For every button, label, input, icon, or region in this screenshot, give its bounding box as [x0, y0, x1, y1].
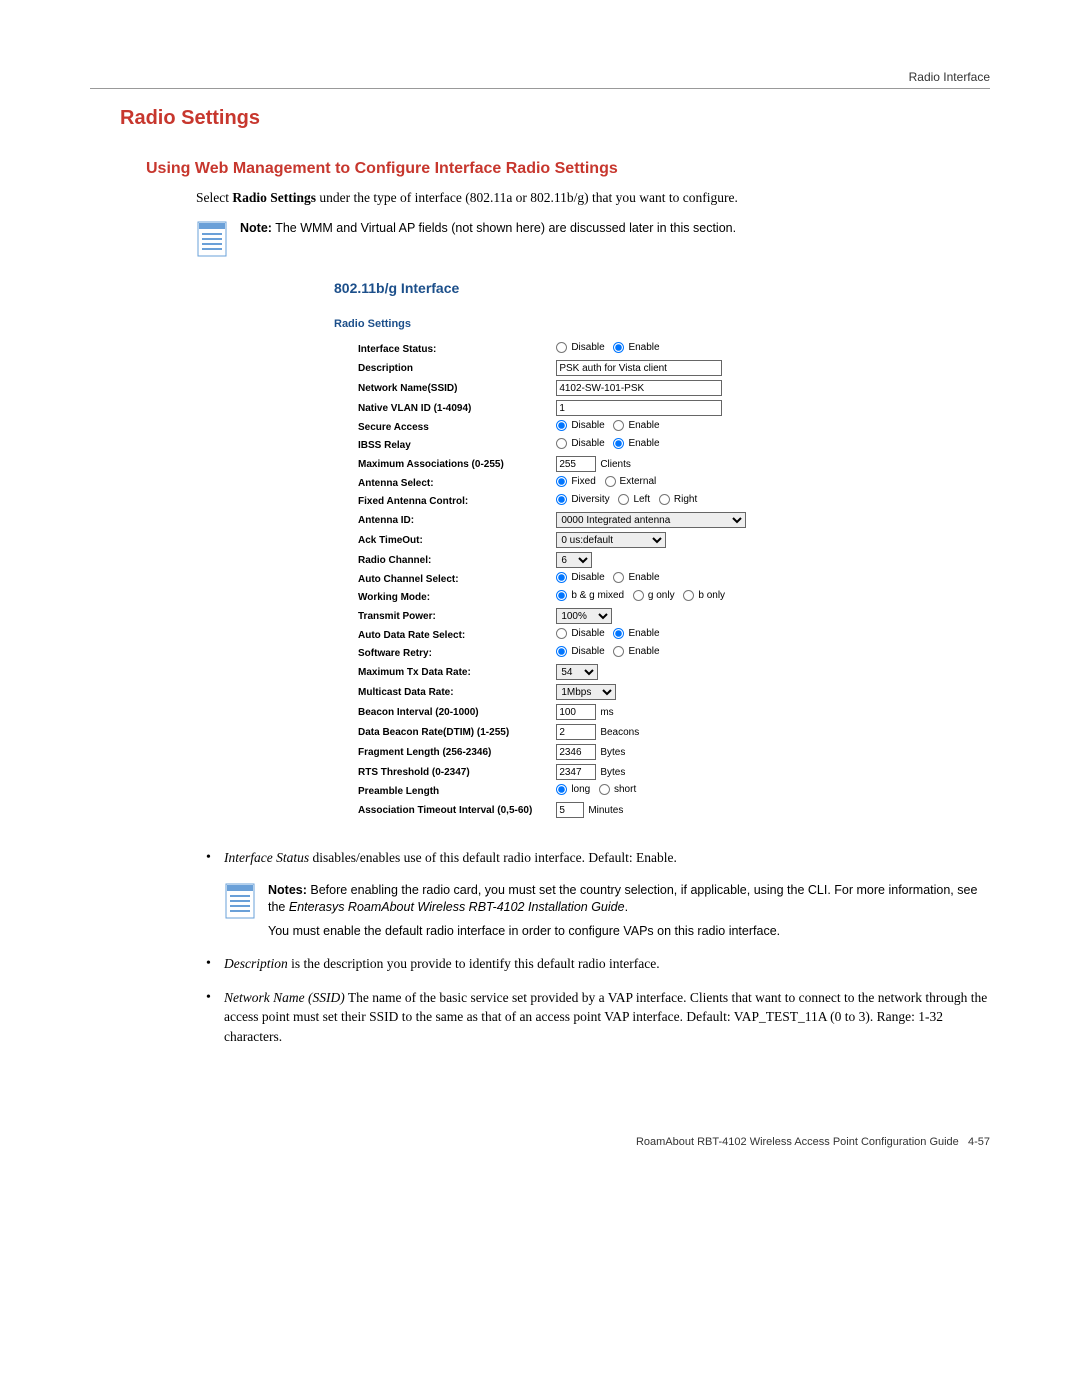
radio-preamble-long[interactable]: long — [556, 784, 590, 795]
radio-autoch-enable[interactable]: Enable — [613, 572, 659, 583]
radio-fixant-right[interactable]: Right — [659, 494, 697, 505]
label-interface-status: Interface Status: — [334, 340, 552, 358]
label-fixant: Fixed Antenna Control: — [334, 492, 552, 510]
settings-table: Interface Status: Disable Enable Descrip… — [334, 340, 750, 820]
label-wmode: Working Mode: — [334, 588, 552, 606]
label-txpower: Transmit Power: — [334, 606, 552, 626]
header-right: Radio Interface — [90, 70, 990, 84]
label-vlan: Native VLAN ID (1-4094) — [334, 398, 552, 418]
input-assoc-timeout[interactable] — [556, 802, 584, 818]
radio-fixant-left[interactable]: Left — [618, 494, 650, 505]
note-icon — [196, 220, 230, 258]
select-antid[interactable]: 0000 Integrated antenna — [556, 512, 746, 528]
note-block: Note: The WMM and Virtual AP fields (not… — [196, 220, 990, 258]
label-autorate: Auto Data Rate Select: — [334, 626, 552, 644]
notes-block: Notes: Before enabling the radio card, y… — [224, 882, 990, 941]
label-mcast: Multicast Data Rate: — [334, 682, 552, 702]
bullets-2: Description is the description you provi… — [196, 954, 990, 1046]
page-title: Radio Settings — [120, 107, 990, 130]
label-swretry: Software Retry: — [334, 644, 552, 662]
label-ibss: IBSS Relay — [334, 436, 552, 454]
label-frag: Fragment Length (256-2346) — [334, 742, 552, 762]
select-mcast[interactable]: 1Mbps — [556, 684, 616, 700]
bullets: Interface Status disables/enables use of… — [196, 848, 990, 868]
input-ssid[interactable] — [556, 380, 722, 396]
input-dtim[interactable] — [556, 724, 596, 740]
bullet-interface-status: Interface Status disables/enables use of… — [196, 848, 990, 868]
input-vlan[interactable] — [556, 400, 722, 416]
intro-paragraph: Select Radio Settings under the type of … — [196, 190, 990, 206]
label-antsel: Antenna Select: — [334, 474, 552, 492]
radio-autoch-disable[interactable]: Disable — [556, 572, 604, 583]
label-antid: Antenna ID: — [334, 510, 552, 530]
input-frag[interactable] — [556, 744, 596, 760]
select-channel[interactable]: 6 — [556, 552, 592, 568]
radio-wmode-b[interactable]: b only — [683, 590, 725, 601]
radio-iface-disable[interactable]: Disable — [556, 342, 604, 353]
bullet-description: Description is the description you provi… — [196, 954, 990, 974]
label-maxassoc: Maximum Associations (0-255) — [334, 454, 552, 474]
footer: RoamAbout RBT-4102 Wireless Access Point… — [90, 1136, 990, 1148]
input-rts[interactable] — [556, 764, 596, 780]
label-description: Description — [334, 358, 552, 378]
input-maxassoc[interactable] — [556, 456, 596, 472]
note-text: Note: The WMM and Virtual AP fields (not… — [240, 220, 736, 238]
input-description[interactable] — [556, 360, 722, 376]
radio-ibss-enable[interactable]: Enable — [613, 438, 659, 449]
label-ssid: Network Name(SSID) — [334, 378, 552, 398]
select-ack[interactable]: 0 us:default — [556, 532, 666, 548]
radio-fixant-div[interactable]: Diversity — [556, 494, 609, 505]
notes-text: Notes: Before enabling the radio card, y… — [268, 882, 990, 941]
radio-ibss-disable[interactable]: Disable — [556, 438, 604, 449]
note-icon — [224, 882, 258, 920]
panel-section: Radio Settings — [334, 318, 990, 330]
label-secure: Secure Access — [334, 418, 552, 436]
config-panel: 802.11b/g Interface Radio Settings Inter… — [334, 280, 990, 820]
panel-title: 802.11b/g Interface — [334, 280, 990, 296]
label-assoc-timeout: Association Timeout Interval (0,5-60) — [334, 800, 552, 820]
label-maxtx: Maximum Tx Data Rate: — [334, 662, 552, 682]
radio-preamble-short[interactable]: short — [599, 784, 636, 795]
section-heading: Using Web Management to Configure Interf… — [146, 160, 990, 178]
label-rts: RTS Threshold (0-2347) — [334, 762, 552, 782]
radio-wmode-g[interactable]: g only — [633, 590, 675, 601]
radio-ant-fixed[interactable]: Fixed — [556, 476, 595, 487]
bullet-ssid: Network Name (SSID) The name of the basi… — [196, 988, 990, 1047]
label-dtim: Data Beacon Rate(DTIM) (1-255) — [334, 722, 552, 742]
select-txpower[interactable]: 100% — [556, 608, 612, 624]
top-rule — [90, 88, 990, 89]
label-beacon: Beacon Interval (20-1000) — [334, 702, 552, 722]
radio-autorate-disable[interactable]: Disable — [556, 628, 604, 639]
radio-autorate-enable[interactable]: Enable — [613, 628, 659, 639]
radio-secure-disable[interactable]: Disable — [556, 420, 604, 431]
label-ack: Ack TimeOut: — [334, 530, 552, 550]
radio-swretry-enable[interactable]: Enable — [613, 646, 659, 657]
label-channel: Radio Channel: — [334, 550, 552, 570]
input-beacon[interactable] — [556, 704, 596, 720]
radio-secure-enable[interactable]: Enable — [613, 420, 659, 431]
label-autoch: Auto Channel Select: — [334, 570, 552, 588]
select-maxtx[interactable]: 54 — [556, 664, 598, 680]
radio-wmode-bg[interactable]: b & g mixed — [556, 590, 624, 601]
radio-iface-enable[interactable]: Enable — [613, 342, 659, 353]
radio-ant-external[interactable]: External — [605, 476, 657, 487]
radio-swretry-disable[interactable]: Disable — [556, 646, 604, 657]
label-preamble: Preamble Length — [334, 782, 552, 800]
